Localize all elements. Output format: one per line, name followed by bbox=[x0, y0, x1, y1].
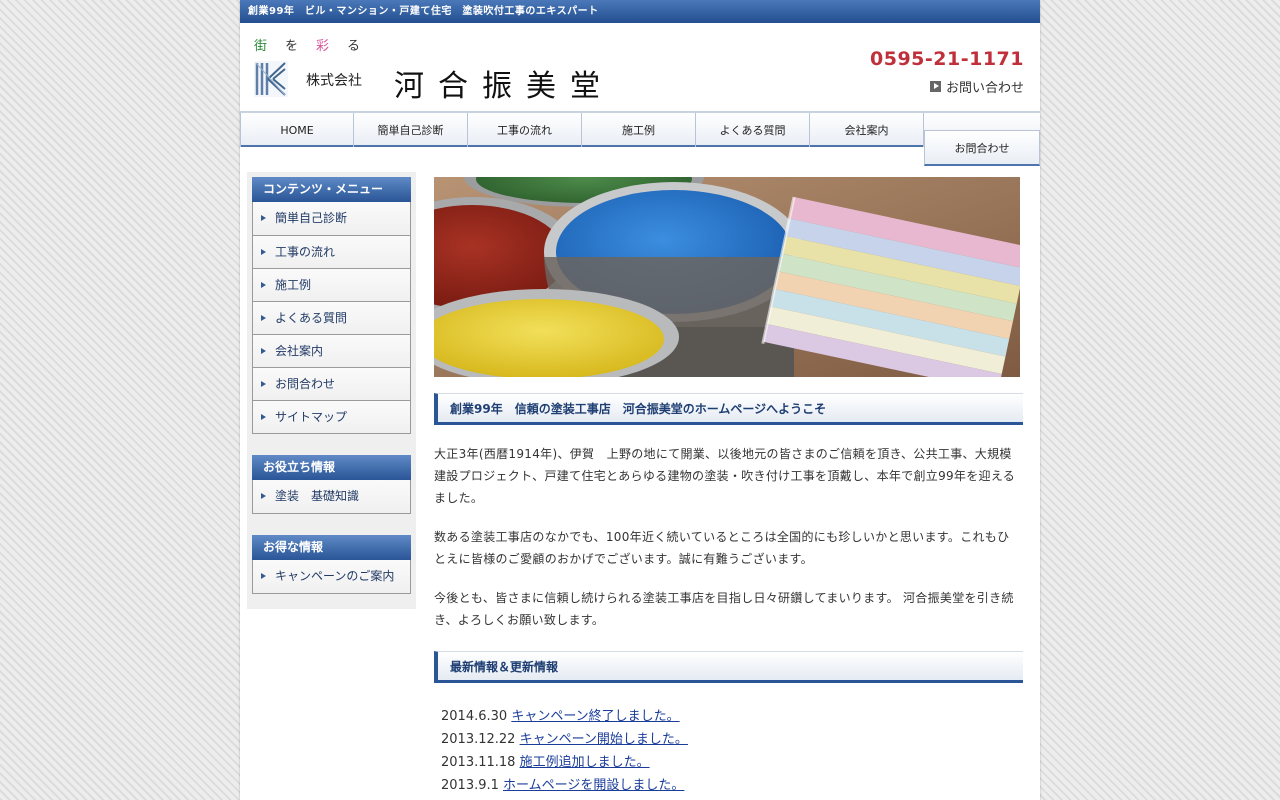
news-item: 2014.6.30 キャンペーン終了しました。 bbox=[441, 705, 1024, 728]
sidebar-heading: コンテンツ・メニュー bbox=[252, 177, 411, 202]
header-contact-link[interactable]: お問い合わせ bbox=[929, 77, 1024, 96]
sidebar-item-faq[interactable]: よくある質問 bbox=[253, 301, 410, 334]
sidebar-contents-menu: コンテンツ・メニュー 簡単自己診断 工事の流れ 施工例 よくある質問 会社案内 … bbox=[252, 177, 411, 434]
sidebar: コンテンツ・メニュー 簡単自己診断 工事の流れ 施工例 よくある質問 会社案内 … bbox=[247, 172, 416, 609]
news-date: 2013.11.18 bbox=[441, 755, 516, 770]
nav-contact[interactable]: お問合わせ bbox=[924, 130, 1040, 166]
nav-company[interactable]: 会社案内 bbox=[810, 113, 924, 147]
top-banner: 創業99年 ビル・マンション・戸建て住宅 塗装吹付工事のエキスパート bbox=[240, 0, 1040, 23]
phone-number: 0595-21-1171 bbox=[870, 48, 1024, 70]
site-header: 街 を 彩 る 株式会社 河合振美堂 0595-21-1171 お問い合わせ bbox=[240, 23, 1040, 111]
sidebar-list: キャンペーンのご案内 bbox=[252, 560, 411, 594]
news-link[interactable]: キャンペーン終了しました。 bbox=[511, 709, 679, 724]
sidebar-item-work-flow[interactable]: 工事の流れ bbox=[253, 235, 410, 268]
global-nav: HOME 簡単自己診断 工事の流れ 施工例 よくある質問 会社案内 bbox=[240, 111, 1040, 147]
triangle-icon bbox=[261, 380, 266, 387]
sidebar-item-sitemap[interactable]: サイトマップ bbox=[253, 400, 410, 433]
news-item: 2013.11.18 施工例追加しました。 bbox=[441, 751, 1024, 774]
tagline-char: 彩 bbox=[316, 39, 330, 54]
sidebar-item-label: 会社案内 bbox=[275, 344, 324, 358]
sidebar-item-label: よくある質問 bbox=[275, 311, 348, 325]
sidebar-item-self-diagnosis[interactable]: 簡単自己診断 bbox=[253, 202, 410, 235]
news-date: 2014.6.30 bbox=[441, 709, 508, 724]
news-date: 2013.9.1 bbox=[441, 778, 499, 793]
sidebar-list: 塗装 基礎知識 bbox=[252, 480, 411, 514]
sidebar-deals: お得な情報 キャンペーンのご案内 bbox=[252, 535, 411, 594]
triangle-icon bbox=[261, 281, 266, 288]
sidebar-item-label: お問合わせ bbox=[275, 377, 336, 391]
header-contact-label: お問い合わせ bbox=[945, 81, 1024, 96]
sidebar-useful-info: お役立ち情報 塗装 基礎知識 bbox=[252, 455, 411, 514]
triangle-icon bbox=[261, 492, 266, 499]
triangle-icon bbox=[261, 413, 266, 420]
welcome-heading: 創業99年 信頼の塗装工事店 河合振美堂のホームページへようこそ bbox=[434, 393, 1023, 425]
triangle-icon bbox=[261, 314, 266, 321]
triangle-icon bbox=[261, 214, 266, 221]
sidebar-item-campaign[interactable]: キャンペーンのご案内 bbox=[253, 560, 410, 593]
main-content: 創業99年 信頼の塗装工事店 河合振美堂のホームページへようこそ 大正3年(西暦… bbox=[369, 147, 1029, 800]
nav-work-flow[interactable]: 工事の流れ bbox=[468, 113, 582, 147]
intro-paragraph-3: 今後とも、皆さまに信頼し続けられる塗装工事店を目指し日々研鑽してまいります。 河… bbox=[434, 591, 1014, 627]
triangle-icon bbox=[261, 572, 266, 579]
news-link[interactable]: 施工例追加しました。 bbox=[520, 755, 650, 770]
sidebar-item-label: キャンペーンのご案内 bbox=[275, 569, 395, 583]
news-date: 2013.12.22 bbox=[441, 732, 516, 747]
company-name[interactable]: 河合振美堂 bbox=[394, 61, 614, 105]
sidebar-item-contact[interactable]: お問合わせ bbox=[253, 367, 410, 400]
sidebar-item-label: 塗装 基礎知識 bbox=[275, 489, 360, 503]
sidebar-item-label: 簡単自己診断 bbox=[275, 211, 348, 225]
tagline-char: る bbox=[347, 39, 361, 54]
hero-paint-cans-image bbox=[369, 147, 1029, 392]
intro-paragraph-2: 数ある塗装工事店のなかでも、100年近く続いているところは全国的にも珍しいかと思… bbox=[434, 530, 1010, 566]
sidebar-item-label: 工事の流れ bbox=[275, 245, 336, 259]
news-link[interactable]: キャンペーン開始しました。 bbox=[520, 732, 688, 747]
tagline: 街を彩る bbox=[254, 35, 378, 54]
sidebar-item-company[interactable]: 会社案内 bbox=[253, 334, 410, 367]
triangle-icon bbox=[261, 248, 266, 255]
tagline-char: を bbox=[285, 39, 299, 54]
news-heading: 最新情報＆更新情報 bbox=[434, 651, 1023, 683]
sidebar-heading: お役立ち情報 bbox=[252, 455, 411, 480]
intro-paragraph-1: 大正3年(西暦1914年)、伊賀 上野の地にて開業、以後地元の皆さまのご信頼を頂… bbox=[434, 447, 1016, 505]
logo-icon[interactable] bbox=[254, 61, 288, 97]
nav-self-diagnosis[interactable]: 簡単自己診断 bbox=[354, 113, 468, 147]
sidebar-item-examples[interactable]: 施工例 bbox=[253, 268, 410, 301]
news-list: 2014.6.30 キャンペーン終了しました。 2013.12.22 キャンペー… bbox=[434, 705, 1024, 797]
triangle-icon bbox=[261, 347, 266, 354]
tagline-char: 街 bbox=[254, 39, 268, 54]
nav-home[interactable]: HOME bbox=[240, 113, 354, 147]
sidebar-item-label: サイトマップ bbox=[275, 410, 348, 424]
corp-type: 株式会社 bbox=[306, 73, 362, 89]
news-item: 2013.9.1 ホームページを開設しました。 bbox=[441, 774, 1024, 797]
sidebar-item-label: 施工例 bbox=[275, 278, 312, 292]
sidebar-item-painting-basics[interactable]: 塗装 基礎知識 bbox=[253, 480, 410, 513]
sidebar-heading: お得な情報 bbox=[252, 535, 411, 560]
news-item: 2013.12.22 キャンペーン開始しました。 bbox=[441, 728, 1024, 751]
nav-faq[interactable]: よくある質問 bbox=[696, 113, 810, 147]
sidebar-list: 簡単自己診断 工事の流れ 施工例 よくある質問 会社案内 お問合わせ サイトマッ… bbox=[252, 202, 411, 434]
page: 創業99年 ビル・マンション・戸建て住宅 塗装吹付工事のエキスパート 街 を 彩 る … bbox=[240, 0, 1040, 800]
news-link[interactable]: ホームページを開設しました。 bbox=[503, 778, 684, 793]
play-icon bbox=[929, 81, 941, 92]
nav-examples[interactable]: 施工例 bbox=[582, 113, 696, 147]
